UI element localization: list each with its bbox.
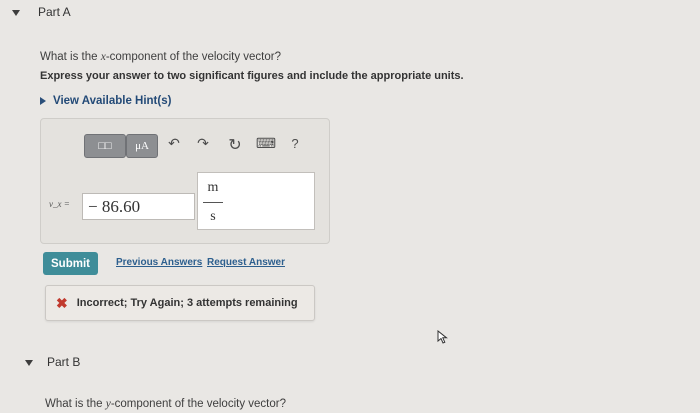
answer-value-input[interactable]: − 86.60 (82, 193, 195, 220)
unit-denominator: s (210, 209, 216, 224)
question-prefix: What is the (40, 51, 101, 63)
view-hints-link[interactable]: View Available Hint(s) (53, 95, 171, 107)
part-a-label[interactable]: Part A (38, 5, 71, 19)
question-suffix: -component of the velocity vector? (105, 51, 281, 63)
redo-icon[interactable]: ↷ (193, 135, 213, 152)
incorrect-icon: ✖ (56, 294, 68, 311)
feedback-box: ✖ Incorrect; Try Again; 3 attempts remai… (45, 285, 315, 321)
unit-numerator: m (207, 180, 219, 195)
templates-icon: □□ (98, 140, 112, 152)
fraction-bar (203, 202, 223, 203)
submit-button[interactable]: Submit (43, 252, 98, 275)
variable-label: v_x = (49, 199, 70, 209)
request-answer-link[interactable]: Request Answer (207, 257, 285, 268)
feedback-text: Incorrect; Try Again; 3 attempts remaini… (76, 297, 298, 309)
reset-icon[interactable]: ↻ (224, 135, 246, 155)
undo-icon[interactable]: ↶ (164, 135, 184, 152)
question-part-a: What is the x-component of the velocity … (40, 51, 281, 63)
collapse-part-b-icon[interactable] (25, 360, 33, 366)
instruction: Express your answer to two significant f… (40, 70, 464, 82)
previous-answers-link[interactable]: Previous Answers (116, 257, 202, 268)
question-part-b: What is the y-component of the velocity … (45, 398, 286, 410)
help-icon[interactable]: ? (288, 136, 302, 151)
question-b-suffix: -component of the velocity vector? (110, 398, 286, 410)
hint-expand-icon[interactable] (40, 97, 46, 105)
question-b-prefix: What is the (45, 398, 106, 410)
keyboard-icon[interactable]: ⌨ (255, 135, 277, 152)
collapse-part-a-icon[interactable] (12, 10, 20, 16)
templates-button[interactable]: □□ (84, 134, 126, 158)
part-b-label[interactable]: Part B (47, 355, 80, 369)
mouse-cursor-icon (437, 330, 448, 344)
units-button[interactable]: μA (126, 134, 158, 158)
units-icon: μA (135, 140, 149, 152)
